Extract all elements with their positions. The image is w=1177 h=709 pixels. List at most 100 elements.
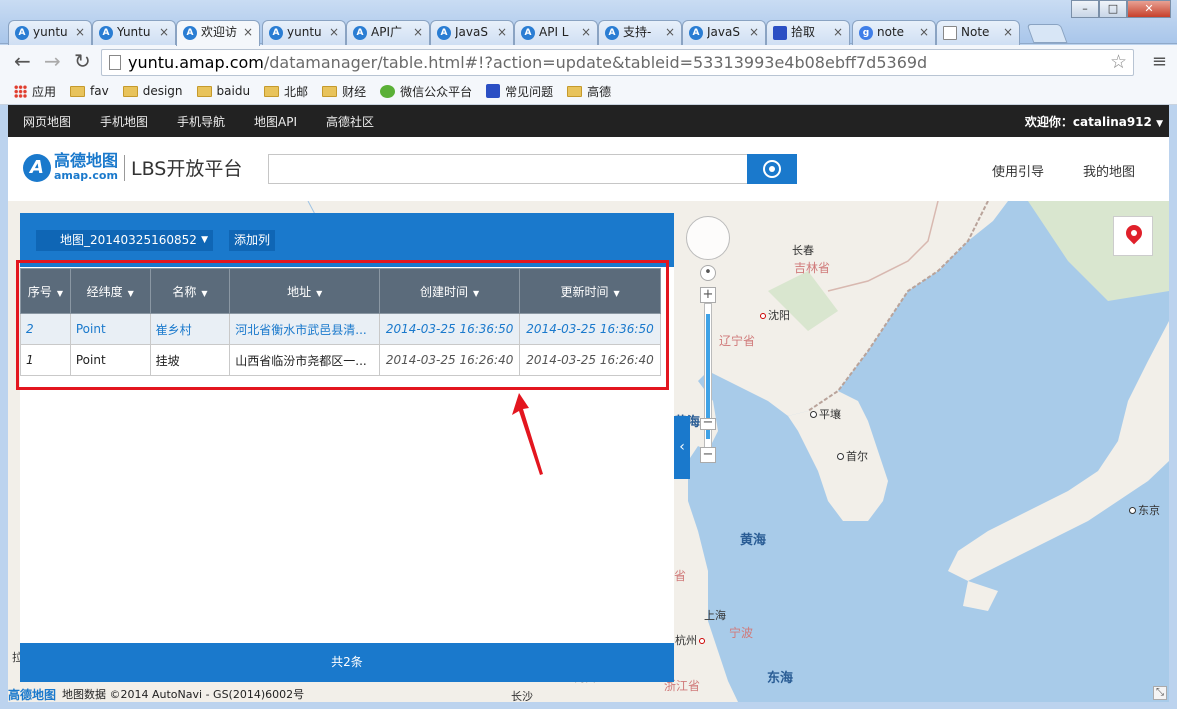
caret-down-icon: ▼ [201,235,208,245]
yuntu-favicon-icon: A [15,26,29,40]
label-shenyang-text: 沈阳 [768,309,790,322]
amap-logo[interactable]: A 高德地图 amap.com LBS开放平台 [23,153,242,182]
browser-tab[interactable]: A 支持- × [598,20,682,45]
browser-tab[interactable]: A API L × [514,20,598,45]
user-menu[interactable]: 欢迎你：catalina912 ▼ [1025,113,1163,130]
browser-tab[interactable]: A JavaS × [430,20,514,45]
apps-icon [14,84,27,98]
my-map-link[interactable]: 我的地图 [1083,161,1135,180]
tab-close-icon[interactable]: × [329,21,339,44]
folder-icon [70,85,86,97]
tab-label: yuntu [287,25,322,39]
reload-icon[interactable]: ↻ [74,51,91,71]
tab-close-icon[interactable]: × [665,21,675,44]
menu-icon[interactable]: ≡ [1152,51,1167,72]
new-tab-button[interactable] [1026,24,1068,43]
tab-label: JavaS [455,25,488,39]
city-dot-icon [760,313,766,319]
browser-tab[interactable]: A API广 × [346,20,430,45]
paw-icon [486,84,501,98]
nav-map-api[interactable]: 地图API [254,113,297,130]
nav-mobile-navigation[interactable]: 手机导航 [177,113,225,130]
fullscreen-icon[interactable]: ⤡ [1153,686,1167,700]
paw-favicon-icon [773,26,787,40]
nav-web-map[interactable]: 网页地图 [23,113,71,130]
caret-down-icon: ▼ [1156,118,1163,129]
tab-label: note [877,25,905,39]
yuntu-favicon-icon: A [99,26,113,40]
bookmark-item[interactable]: 北邮 [264,83,308,100]
maximize-button[interactable]: □ [1099,0,1127,18]
locate-button[interactable] [747,154,797,184]
folder-icon [322,85,338,97]
locate-target-icon [763,160,781,178]
zoom-handle[interactable]: − [700,416,716,430]
browser-tab[interactable]: A JavaS × [682,20,766,45]
browser-tab[interactable]: 拾取 × [766,20,850,45]
bookmark-star-icon[interactable]: ☆ [1110,50,1127,75]
browser-tab[interactable]: Ayuntu × [262,20,346,45]
logo-cn: 高德地图 [54,151,119,170]
browser-tab-strip: Ayuntu × A Yuntu × A 欢迎访 × Ayuntu × A API广 × A JavaS × A… [0,0,1177,46]
tab-close-icon[interactable]: × [159,21,169,44]
tab-close-icon[interactable]: × [833,21,843,44]
label-ningbo-fragment: 宁波 [729,626,754,640]
tab-close-icon[interactable]: × [243,21,253,44]
back-arrow-icon[interactable]: ← [14,51,31,71]
folder-icon [567,85,583,97]
zoom-in-button[interactable]: + [700,287,716,303]
add-marker-button[interactable] [1113,216,1153,256]
bookmark-item[interactable]: 微信公众平台 [380,83,472,100]
label-shanghai: 上海 [704,609,726,622]
amap-logo-mark-icon: A [23,153,51,182]
forward-arrow-icon[interactable]: → [44,51,61,71]
browser-tab[interactable]: Note × [936,20,1020,45]
tab-close-icon[interactable]: × [413,21,423,44]
nav-mobile-map[interactable]: 手机地图 [100,113,148,130]
add-column-button[interactable]: 添加列 [229,230,276,251]
wechat-icon [380,84,396,98]
zoom-reset-button[interactable]: • [700,265,716,281]
zoom-out-button[interactable]: − [700,447,716,463]
label-seoul: 首尔 [837,448,868,464]
browser-tab[interactable]: A 欢迎访 × [176,20,260,46]
tab-close-icon[interactable]: × [581,21,591,44]
browser-tab[interactable]: g note × [852,20,936,45]
yuntu-favicon-icon: A [183,26,197,40]
bookmark-item[interactable]: fav [70,84,109,98]
tab-label: API广 [371,25,402,39]
bookmark-item[interactable]: 财经 [322,83,366,100]
map-pan-control[interactable] [686,216,730,260]
address-bar[interactable]: yuntu.amap.com/datamanager/table.html#!?… [101,49,1134,76]
yuntu-favicon-icon: A [521,26,535,40]
browser-tab[interactable]: A Yuntu × [92,20,176,45]
browser-tab[interactable]: Ayuntu × [8,20,92,45]
folder-icon [122,85,138,97]
search-input[interactable] [268,154,748,184]
logo-product: LBS开放平台 [131,158,243,180]
close-window-button[interactable]: ✕ [1127,0,1171,18]
panel-header: 地图_20140325160852 ▼ 添加列 [20,213,674,267]
nav-community[interactable]: 高德社区 [326,113,374,130]
bookmark-item[interactable]: baidu [196,84,250,98]
tab-close-icon[interactable]: × [497,21,507,44]
label-tokyo-text: 东京 [1138,504,1160,517]
collapse-panel-button[interactable]: ‹ [674,416,690,479]
tab-label: 拾取 [791,25,816,39]
guide-link[interactable]: 使用引导 [992,161,1044,180]
tab-label: yuntu [33,25,68,39]
copyright-logo: 高德地图 [8,687,57,702]
bookmark-item[interactable]: 常见问题 [486,83,553,100]
tab-close-icon[interactable]: × [919,21,929,44]
tab-close-icon[interactable]: × [75,21,85,44]
bookmark-item[interactable]: 高德 [567,83,611,100]
tab-label: API L [539,25,569,39]
bookmark-item[interactable]: design [122,84,183,98]
tab-close-icon[interactable]: × [749,21,759,44]
bookmark-label: design [142,84,183,98]
tab-close-icon[interactable]: × [1003,21,1013,44]
minimize-button[interactable]: – [1071,0,1099,18]
map-select-dropdown[interactable]: 地图_20140325160852 ▼ [36,230,213,251]
label-seoul-text: 首尔 [846,450,868,463]
bookmark-item[interactable]: 应用 [14,83,56,100]
